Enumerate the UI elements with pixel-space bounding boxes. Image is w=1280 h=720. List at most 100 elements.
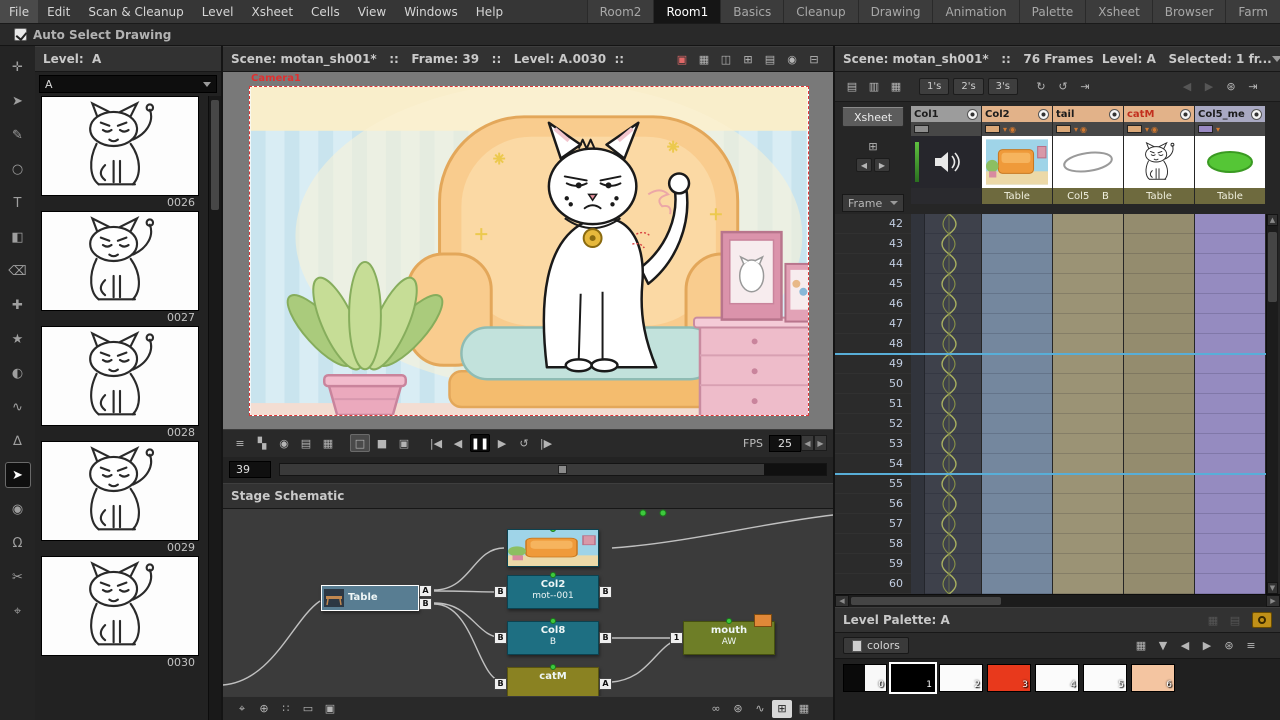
tool-button[interactable]: ∿ bbox=[5, 394, 31, 420]
palette-toolbar-icon[interactable]: ▦ bbox=[1131, 637, 1151, 655]
tool-button[interactable]: ○ bbox=[5, 156, 31, 182]
viewer-header-icon[interactable]: ▤ bbox=[760, 50, 780, 68]
stage-schematic-canvas[interactable]: Table A B B B Col2 mot--001 B B bbox=[223, 508, 833, 697]
menu-item[interactable]: Windows bbox=[395, 0, 467, 23]
palette-toolbar-icon[interactable]: ⊛ bbox=[1219, 637, 1239, 655]
next-level-icon[interactable]: ▶ bbox=[874, 158, 890, 172]
viewer-toolbar-icon[interactable]: ▦ bbox=[318, 434, 338, 452]
frame-number-cell[interactable]: 51 bbox=[835, 394, 911, 414]
output-port-a[interactable]: A bbox=[419, 584, 432, 597]
xsheet-vertical-scrollbar[interactable]: ▲ ▼ bbox=[1266, 214, 1278, 594]
column-filter-chip[interactable] bbox=[985, 125, 1000, 133]
playback-button[interactable]: |▶ bbox=[536, 434, 556, 452]
tool-button[interactable]: ◐ bbox=[5, 360, 31, 386]
scroll-left-icon[interactable]: ◀ bbox=[835, 595, 849, 607]
level-frame-thumbnail[interactable]: 0030 bbox=[41, 556, 199, 671]
tool-button[interactable]: ✛ bbox=[5, 54, 31, 80]
color-swatch[interactable]: 5 bbox=[1083, 664, 1127, 692]
xsheet-toolbar-icon[interactable]: ▦ bbox=[886, 78, 906, 96]
color-swatch[interactable]: 1 bbox=[889, 662, 937, 694]
palette-header[interactable]: Level Palette: A ▦ ▤ bbox=[835, 607, 1280, 633]
auto-select-drawing-checkbox[interactable] bbox=[14, 28, 27, 41]
palette-toolbar-icon[interactable]: ◀ bbox=[1175, 637, 1195, 655]
viewer-toolbar-icon[interactable]: ▤ bbox=[296, 434, 316, 452]
drawing-thumbnail[interactable] bbox=[41, 211, 199, 311]
palette-toolbar-icon[interactable]: ≡ bbox=[1241, 637, 1261, 655]
current-frame-field[interactable]: 39 bbox=[229, 461, 271, 479]
schematic-toolbar-icon[interactable]: ⊛ bbox=[728, 700, 748, 718]
column-visibility-toggle[interactable] bbox=[967, 108, 978, 120]
tool-button[interactable]: ∆ bbox=[5, 428, 31, 454]
xsheet-toolbar-icon[interactable]: ↻ bbox=[1031, 78, 1051, 96]
schematic-node-catm[interactable]: catM B A bbox=[494, 663, 612, 697]
viewer-header-icon[interactable]: ⊞ bbox=[738, 50, 758, 68]
viewer-toolbar-icon[interactable]: ◉ bbox=[274, 434, 294, 452]
scroll-up-icon[interactable]: ▲ bbox=[1267, 214, 1278, 226]
tool-button[interactable]: ✚ bbox=[5, 292, 31, 318]
frame-number-cell[interactable]: 60 bbox=[835, 574, 911, 594]
menu-item[interactable]: View bbox=[349, 0, 395, 23]
tool-button[interactable]: Ω bbox=[5, 530, 31, 556]
frame-number-cell[interactable]: 45 bbox=[835, 274, 911, 294]
prev-level-icon[interactable]: ◀ bbox=[856, 158, 872, 172]
palette-header-icon[interactable]: ▦ bbox=[1203, 611, 1223, 629]
menu-item[interactable]: Help bbox=[467, 0, 512, 23]
frame-number-cell[interactable]: 47 bbox=[835, 314, 911, 334]
column-filter-chip[interactable] bbox=[1198, 125, 1213, 133]
output-port[interactable]: B bbox=[599, 585, 612, 598]
frame-number-cell[interactable]: 53 bbox=[835, 434, 911, 454]
column-visibility-toggle[interactable] bbox=[1251, 108, 1262, 120]
view-toggle-button[interactable]: □ bbox=[350, 434, 370, 453]
room-tab[interactable]: Farm bbox=[1225, 0, 1280, 23]
frame-number-cell[interactable]: 59 bbox=[835, 554, 911, 574]
frame-number-cell[interactable]: 49 bbox=[835, 354, 911, 374]
palette-power-button[interactable] bbox=[1252, 612, 1272, 628]
color-swatch[interactable]: 6 bbox=[1131, 664, 1175, 692]
tool-button[interactable]: ➤ bbox=[4, 462, 31, 488]
schematic-toolbar-icon[interactable]: ∞ bbox=[706, 700, 726, 718]
xsheet-toolbar-icon[interactable]: ▤ bbox=[842, 78, 862, 96]
xsheet-toolbar-icon[interactable]: ⇥ bbox=[1243, 78, 1263, 96]
column-cells-col1[interactable] bbox=[911, 214, 981, 594]
menu-item[interactable]: File bbox=[0, 0, 39, 23]
column-cells-col5me[interactable] bbox=[1195, 214, 1265, 594]
frame-number-cell[interactable]: 58 bbox=[835, 534, 911, 554]
level-thumbnail[interactable] bbox=[982, 136, 1052, 188]
menu-item[interactable]: Scan & Cleanup bbox=[79, 0, 192, 23]
camera-frame[interactable] bbox=[249, 86, 809, 416]
room-tab[interactable]: Browser bbox=[1151, 0, 1226, 23]
xsheet-toolbar-icon[interactable]: ⊛ bbox=[1221, 78, 1241, 96]
color-swatch[interactable]: 0 bbox=[843, 664, 887, 692]
room-tab[interactable]: Drawing bbox=[857, 0, 933, 23]
frame-number-cell[interactable]: 57 bbox=[835, 514, 911, 534]
palette-toolbar-icon[interactable]: ▶ bbox=[1197, 637, 1217, 655]
xsheet-toolbar-icon[interactable]: ↺ bbox=[1053, 78, 1073, 96]
scrollbar-handle[interactable] bbox=[1268, 232, 1277, 302]
sound-column-thumbnail[interactable] bbox=[911, 136, 981, 188]
level-thumbnail[interactable] bbox=[1053, 136, 1123, 188]
room-tab[interactable]: Room1 bbox=[653, 0, 721, 23]
column-filter-chip[interactable] bbox=[1056, 125, 1071, 133]
scrollbar-handle[interactable] bbox=[851, 597, 1001, 605]
frame-spacing-button[interactable]: 3's bbox=[987, 78, 1018, 95]
tool-button[interactable]: ✎ bbox=[5, 122, 31, 148]
camstand-icon[interactable]: ◉ bbox=[1151, 125, 1158, 134]
drawing-thumbnail[interactable] bbox=[41, 441, 199, 541]
level-frame-thumbnail[interactable]: 0026 bbox=[41, 96, 199, 211]
viewer-header-icon[interactable]: ◫ bbox=[716, 50, 736, 68]
schematic-toolbar-icon[interactable]: ∷ bbox=[276, 700, 296, 718]
tool-button[interactable]: ★ bbox=[5, 326, 31, 352]
frame-number-cell[interactable]: 54 bbox=[835, 454, 911, 474]
schematic-header[interactable]: Stage Schematic bbox=[223, 482, 833, 509]
tool-button[interactable]: T bbox=[5, 190, 31, 216]
filter-icon[interactable]: ▾ bbox=[1145, 125, 1149, 134]
column-filter-chip[interactable] bbox=[1127, 125, 1142, 133]
filter-icon[interactable]: ▾ bbox=[1003, 125, 1007, 134]
frame-number-cell[interactable]: 43 bbox=[835, 234, 911, 254]
schematic-toolbar-icon[interactable]: ∿ bbox=[750, 700, 770, 718]
xsheet-toolbar-icon[interactable]: ▶ bbox=[1199, 78, 1219, 96]
xsheet-toolbar-icon[interactable]: ▥ bbox=[864, 78, 884, 96]
level-frame-thumbnail[interactable]: 0027 bbox=[41, 211, 199, 326]
viewer-header-icon[interactable]: ◉ bbox=[782, 50, 802, 68]
viewer-toolbar-icon[interactable]: ▚ bbox=[252, 434, 272, 452]
